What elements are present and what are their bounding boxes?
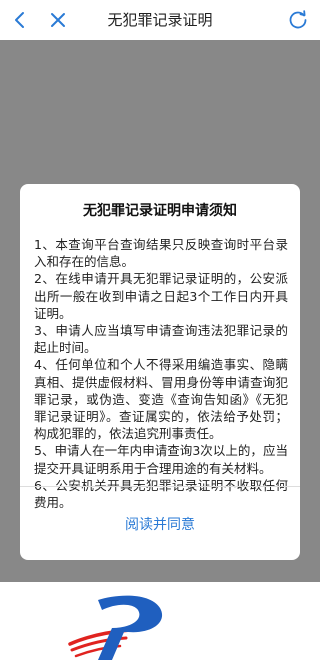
dialog-body: 1、本查询平台查询结果只反映查询时平台录入和存在的信息。 2、在线申请开具无犯罪… bbox=[34, 236, 288, 511]
brand-logo bbox=[68, 586, 172, 664]
nav-bar: 无犯罪记录证明 bbox=[0, 0, 320, 40]
notice-item: 5、申请人在一年内申请查询3次以上的，应当提交开具证明系用于合理用途的有关材料。 bbox=[34, 443, 288, 476]
logo-icon bbox=[68, 595, 163, 660]
page-title: 无犯罪记录证明 bbox=[107, 11, 213, 29]
notice-dialog: 无犯罪记录证明申请须知 1、本查询平台查询结果只反映查询时平台录入和存在的信息。… bbox=[20, 184, 300, 560]
notice-item: 1、本查询平台查询结果只反映查询时平台录入和存在的信息。 bbox=[34, 237, 288, 270]
bottom-area bbox=[0, 582, 320, 667]
refresh-button[interactable] bbox=[280, 0, 316, 40]
dialog-title: 无犯罪记录证明申请须知 bbox=[83, 203, 237, 219]
notice-item: 2、在线申请开具无犯罪记录证明的，公安派出所一般在收到申请之日起3个工作日内开具… bbox=[34, 271, 288, 321]
notice-item: 4、任何单位和个人不得采用编造事实、隐瞒真相、提供虚假材料、冒用身份等申请查询犯… bbox=[34, 357, 288, 442]
refresh-icon bbox=[289, 10, 307, 29]
agree-button[interactable]: 阅读并同意 bbox=[20, 487, 300, 560]
notice-item: 3、申请人应当填写申请查询违法犯罪记录的起止时间。 bbox=[34, 323, 288, 356]
